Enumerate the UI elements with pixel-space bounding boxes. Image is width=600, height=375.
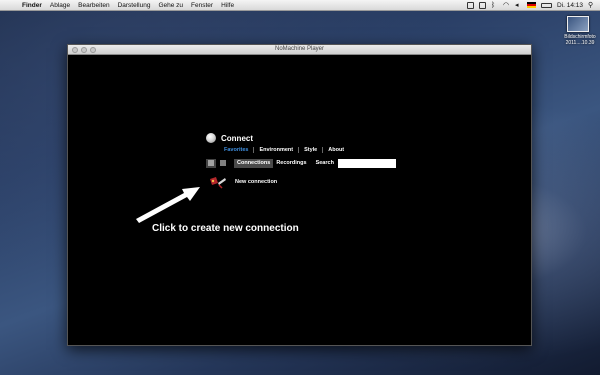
search-label: Search	[315, 160, 334, 166]
window-title: NoMachine Player	[274, 46, 325, 52]
subtab-about[interactable]: About	[322, 147, 349, 153]
menu-darstellung[interactable]: Darstellung	[114, 2, 155, 9]
desktop-screenshot-file[interactable]: Bildschirmfoto 2011....10.39	[562, 16, 598, 46]
callout-arrow-icon	[136, 187, 200, 223]
list-view-button[interactable]	[218, 158, 228, 168]
bluetooth-icon[interactable]: ᛒ	[491, 2, 498, 9]
menu-hilfe[interactable]: Hilfe	[217, 2, 238, 9]
search-input[interactable]	[337, 158, 396, 168]
desktop-icon-label: Bildschirmfoto 2011....10.39	[564, 34, 596, 46]
list-view-icon	[220, 160, 226, 166]
icon-view-button[interactable]	[206, 158, 216, 168]
tab-recordings[interactable]: Recordings	[273, 159, 309, 168]
menu-gehe-zu[interactable]: Gehe zu	[154, 2, 187, 9]
subtab-environment[interactable]: Environment	[253, 147, 298, 153]
tab-connections[interactable]: Connections	[234, 158, 274, 168]
menu-ablage[interactable]: Ablage	[46, 2, 74, 9]
status-area: ᛒ ◠ ◂ Di. 14:13 ⚲	[466, 1, 600, 9]
screenshot-thumbnail-icon	[567, 16, 589, 32]
battery-icon[interactable]	[540, 2, 552, 8]
callout-hint-text: Click to create new connection	[152, 223, 299, 234]
menu-clock[interactable]: Di. 14:13	[557, 2, 583, 9]
time-machine-icon[interactable]	[478, 1, 486, 9]
subtab-favorites[interactable]: Favorites	[224, 147, 253, 153]
menu-fenster[interactable]: Fenster	[187, 2, 217, 9]
new-connection-label: New connection	[235, 179, 278, 185]
nomachine-status-icon[interactable]	[466, 1, 474, 9]
volume-icon[interactable]: ◂	[515, 2, 522, 9]
nomachine-window: NoMachine Player Connect Favorites Envir…	[67, 44, 532, 346]
subtab-style[interactable]: Style	[298, 147, 322, 153]
keyboard-layout-flag-icon[interactable]	[526, 2, 536, 8]
window-titlebar[interactable]: NoMachine Player	[68, 45, 531, 55]
new-connection-item[interactable]: New connection	[209, 175, 277, 189]
page-title: Connect	[221, 133, 253, 143]
connect-header: Connect	[206, 133, 253, 143]
wifi-icon[interactable]: ◠	[503, 2, 510, 9]
icon-view-icon	[208, 160, 214, 166]
connections-toolbar: Connections Recordings Search	[206, 158, 396, 168]
spotlight-search-icon[interactable]: ⚲	[588, 2, 595, 9]
menu-finder[interactable]: Finder	[18, 2, 46, 9]
menu-bearbeiten[interactable]: Bearbeiten	[74, 2, 113, 9]
connection-tabs: Connections Recordings	[234, 158, 310, 168]
nomachine-logo-icon	[206, 133, 216, 143]
section-nav: Favorites Environment Style About	[224, 147, 349, 153]
new-connection-icon	[209, 175, 227, 189]
menu-bar: Finder Ablage Bearbeiten Darstellung Geh…	[0, 0, 600, 11]
